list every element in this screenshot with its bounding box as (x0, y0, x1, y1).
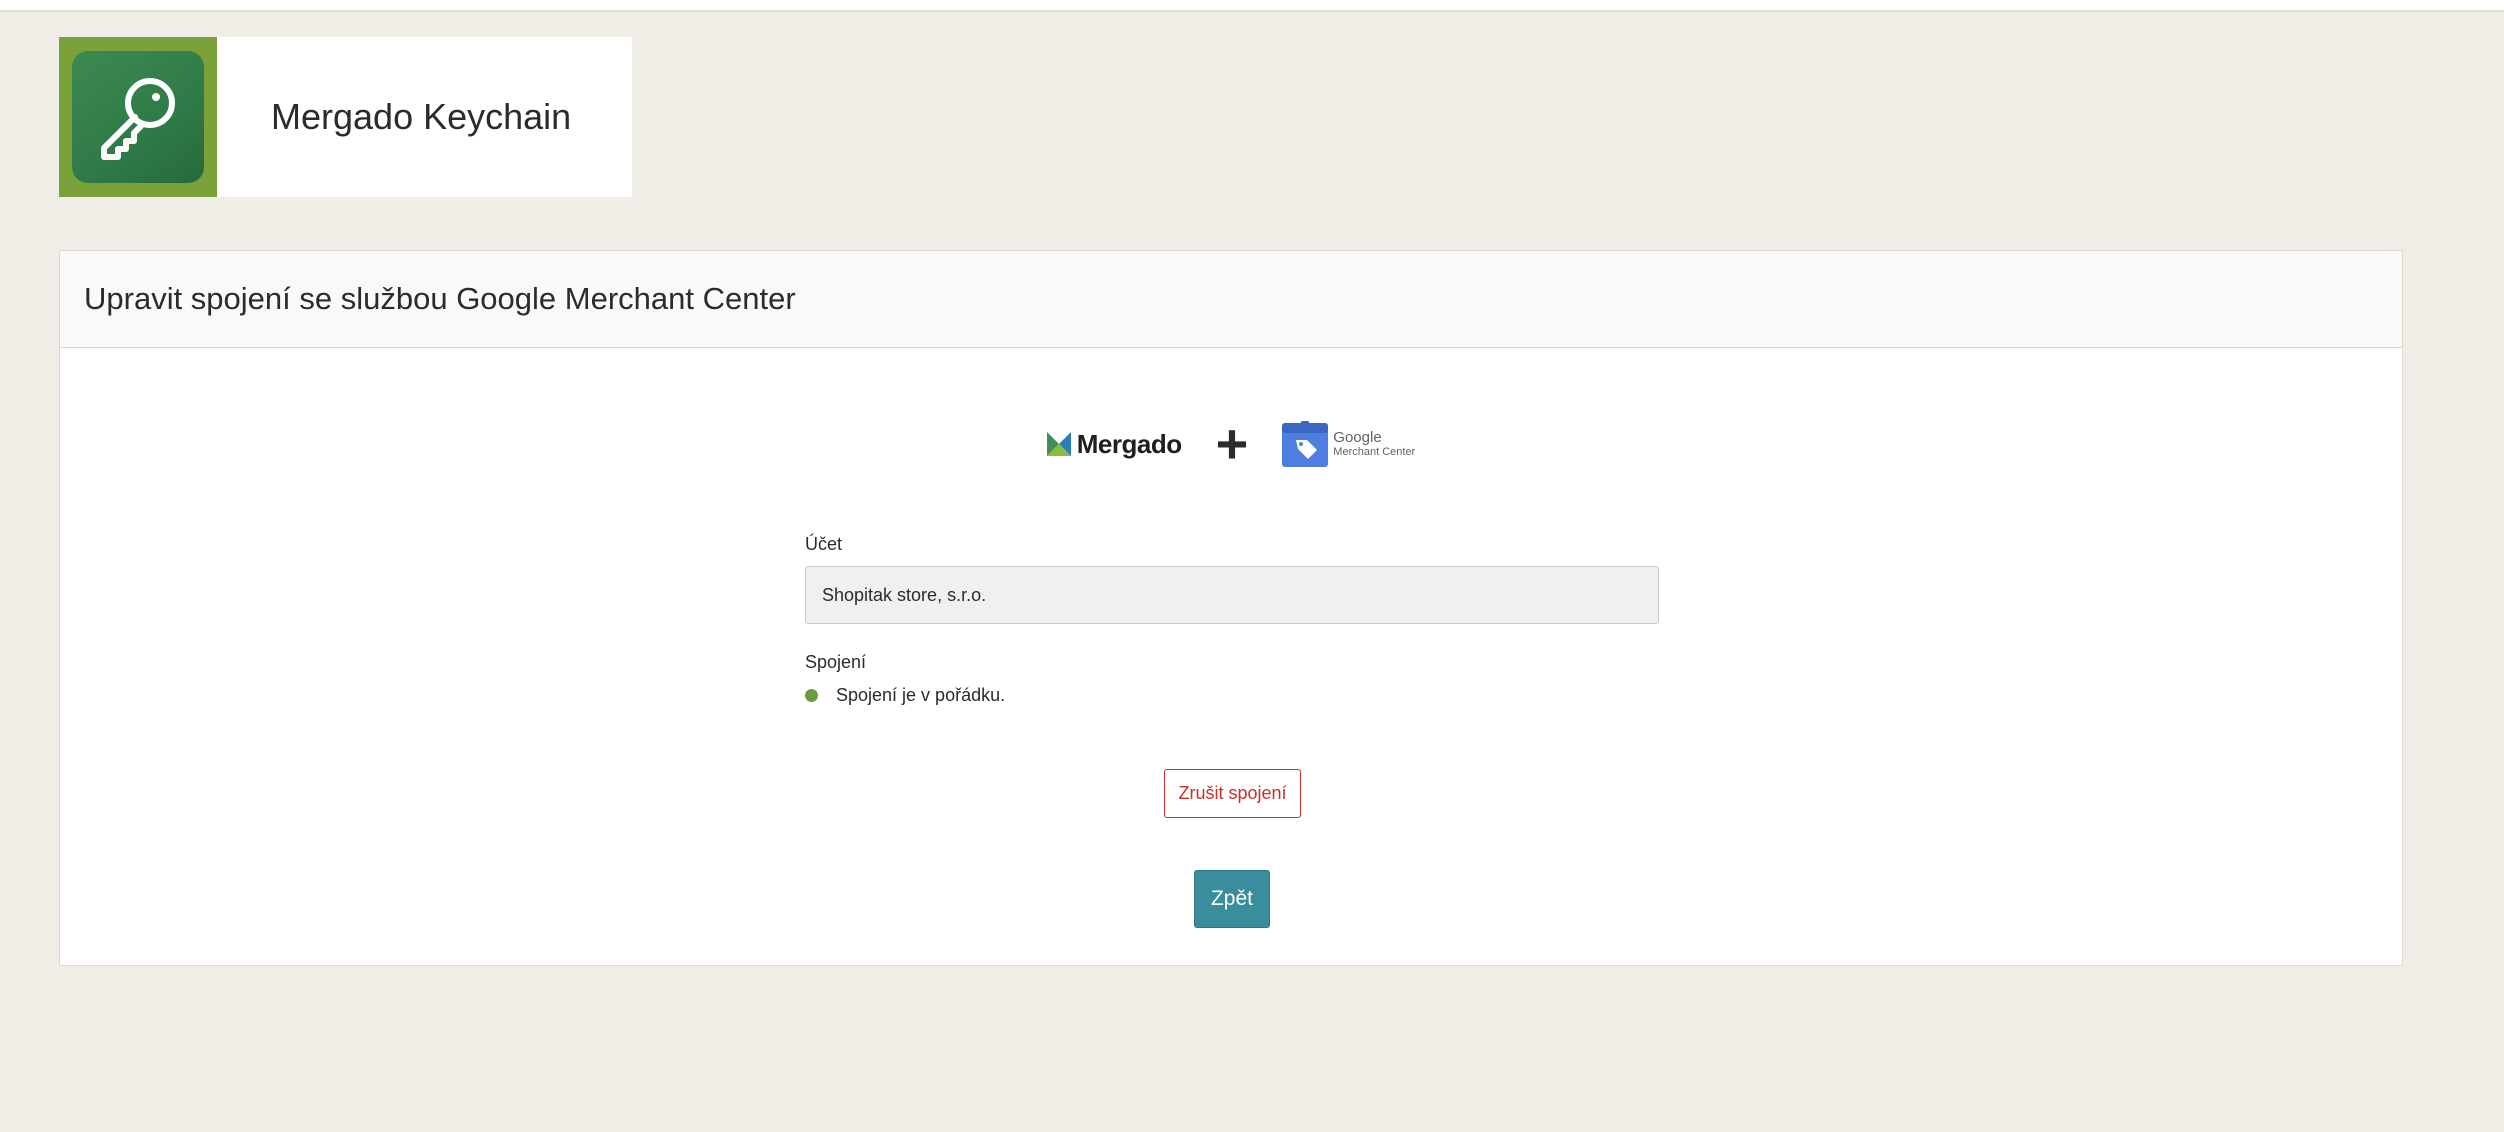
merchant-center-tag-icon (1282, 421, 1329, 467)
cancel-connection-button[interactable]: Zrušit spojení (1164, 769, 1301, 818)
plus-icon: + (1215, 412, 1249, 475)
app-logo-tile (72, 51, 204, 183)
account-field[interactable] (805, 566, 1659, 624)
app-header: Mergado Keychain (59, 37, 632, 197)
mergado-logo: Mergado (1046, 428, 1182, 460)
gmc-text-google: Google (1333, 429, 1382, 447)
mergado-m-icon (1046, 432, 1071, 456)
status-ok-dot-icon (805, 689, 818, 702)
integration-logos: Mergado + Google Merchant Center (60, 416, 2402, 472)
panel-title: Upravit spojení se službou Google Mercha… (84, 281, 796, 316)
gmc-text-merchant-center: Merchant Center (1333, 446, 1416, 459)
connection-form: Účet Spojení Spojení je v pořádku. (805, 534, 1659, 706)
back-button[interactable]: Zpět (1194, 870, 1270, 928)
connection-label: Spojení (805, 652, 867, 672)
merchant-center-wordmark: Google Merchant Center (1333, 429, 1415, 459)
mergado-logo-text: Mergado (1076, 428, 1182, 459)
connection-status-text: Spojení je v pořádku. (836, 685, 1006, 705)
edit-connection-panel: Upravit spojení se službou Google Mercha… (59, 250, 2403, 966)
app-title: Mergado Keychain (271, 96, 572, 137)
key-icon (101, 78, 175, 160)
top-bar (0, 0, 2504, 12)
panel-header: Upravit spojení se službou Google Mercha… (60, 251, 2402, 348)
app-logo[interactable] (59, 37, 217, 197)
account-label: Účet (805, 534, 843, 554)
google-merchant-center-logo: Google Merchant Center (1282, 421, 1415, 467)
connection-status: Spojení je v pořádku. (805, 685, 1659, 706)
